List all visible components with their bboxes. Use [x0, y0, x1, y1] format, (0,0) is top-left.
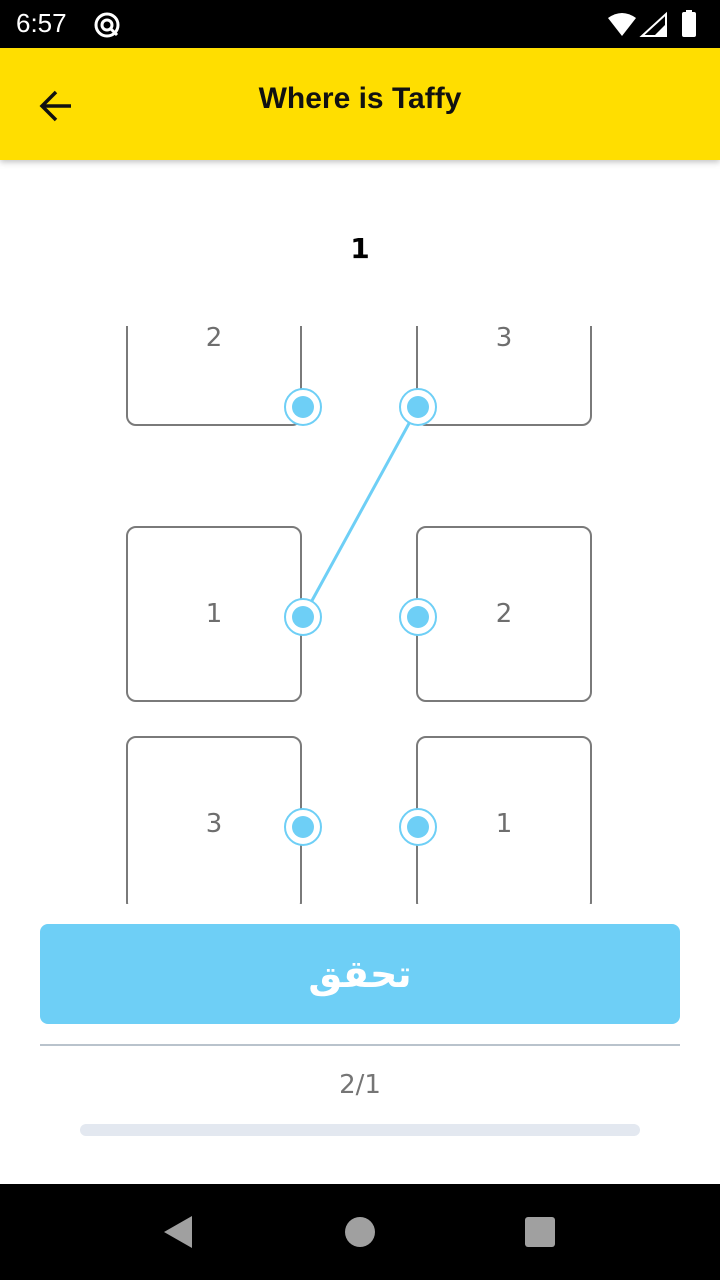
connection-lines — [301, 406, 420, 618]
left-card-number: 1 — [205, 599, 223, 629]
progress-bar — [80, 1124, 640, 1136]
status-time: 6:57 — [16, 8, 67, 38]
back-triangle-icon[interactable] — [160, 1212, 200, 1252]
app-bar: Where is Taffy — [0, 48, 720, 160]
left-card[interactable]: 3 — [126, 736, 302, 904]
check-button[interactable]: تحقق — [40, 924, 680, 1024]
battery-icon — [682, 12, 696, 37]
right-card-number: 2 — [495, 599, 513, 629]
connection-line — [301, 406, 420, 618]
status-icons — [608, 10, 696, 37]
right-card-number: 3 — [495, 326, 513, 353]
wifi-icon — [608, 13, 636, 36]
recents-square-icon[interactable] — [520, 1212, 560, 1252]
matching-board: 2 1 3 3 2 1 — [0, 326, 720, 904]
page-title: Where is Taffy — [258, 82, 462, 115]
right-card[interactable]: 1 — [416, 736, 592, 904]
left-card-number: 2 — [205, 326, 223, 353]
level-number: 1 — [350, 232, 370, 265]
left-card[interactable]: 2 — [126, 326, 302, 426]
left-connector-node[interactable] — [284, 598, 322, 636]
navigation-bar — [0, 1184, 720, 1280]
left-card[interactable]: 1 — [126, 526, 302, 702]
left-connector-node[interactable] — [284, 388, 322, 426]
progress-text: 2/1 — [339, 1070, 381, 1100]
home-circle-icon[interactable] — [340, 1212, 380, 1252]
right-connector-node[interactable] — [399, 598, 437, 636]
right-connector-node[interactable] — [399, 808, 437, 846]
right-card-number: 1 — [495, 809, 513, 839]
app-notification-icon — [94, 12, 120, 38]
right-card[interactable]: 3 — [416, 326, 592, 426]
left-card-number: 3 — [205, 809, 223, 839]
divider — [40, 1044, 680, 1046]
status-bar: 6:57 — [0, 0, 720, 48]
right-card[interactable]: 2 — [416, 526, 592, 702]
right-connector-node[interactable] — [399, 388, 437, 426]
left-connector-node[interactable] — [284, 808, 322, 846]
